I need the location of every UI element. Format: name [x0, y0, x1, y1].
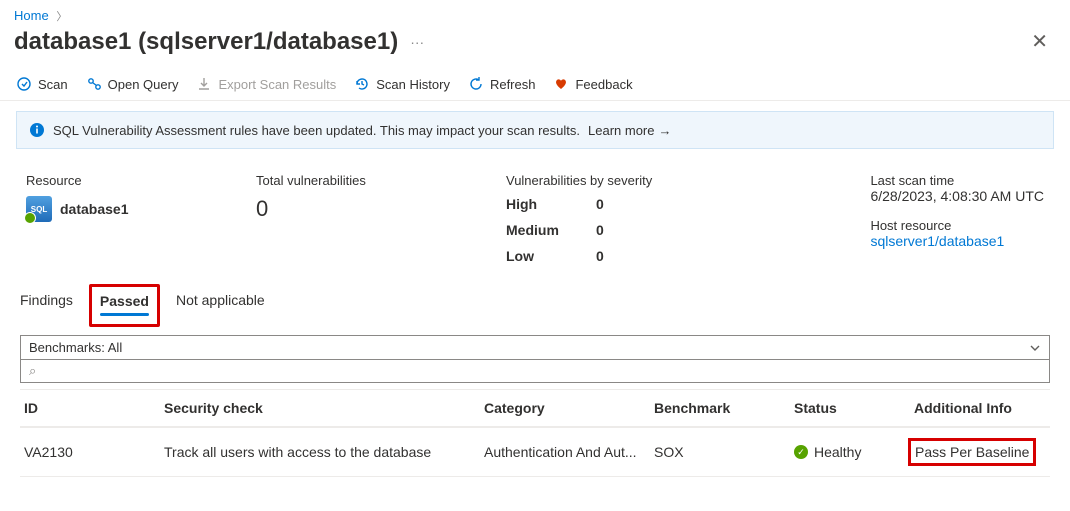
cell-category: Authentication And Aut...: [484, 444, 654, 460]
total-vuln-label: Total vulnerabilities: [256, 173, 456, 188]
tab-findings[interactable]: Findings: [18, 286, 75, 325]
sev-high-value: 0: [596, 196, 656, 212]
query-icon: [86, 76, 102, 92]
arrow-right-icon: →: [659, 123, 672, 138]
breadcrumb-home[interactable]: Home: [14, 8, 49, 23]
resource-name: database1: [60, 201, 128, 217]
table-row[interactable]: VA2130 Track all users with access to th…: [20, 428, 1050, 477]
sev-med-label: Medium: [506, 222, 596, 238]
last-scan-label: Last scan time: [870, 173, 1044, 188]
more-icon[interactable]: ···: [410, 34, 424, 50]
export-label: Export Scan Results: [218, 77, 336, 92]
chevron-down-icon: [1029, 342, 1041, 354]
search-icon: ⌕: [29, 363, 36, 378]
highlight-additional-info: Pass Per Baseline: [908, 438, 1036, 466]
results-table: ID Security check Category Benchmark Sta…: [20, 389, 1050, 477]
history-button[interactable]: Scan History: [354, 76, 450, 92]
heart-icon: [553, 76, 569, 92]
cell-benchmark: SOX: [654, 444, 794, 460]
refresh-button[interactable]: Refresh: [468, 76, 536, 92]
tabs: Findings Passed Not applicable: [0, 282, 1070, 325]
host-link[interactable]: sqlserver1/database1: [870, 233, 1044, 249]
open-query-label: Open Query: [108, 77, 179, 92]
scan-button[interactable]: Scan: [16, 76, 68, 92]
highlight-passed-tab: Passed: [89, 284, 160, 327]
scan-icon: [16, 76, 32, 92]
history-icon: [354, 76, 370, 92]
close-icon[interactable]: ✕: [1023, 28, 1056, 56]
sev-med-value: 0: [596, 222, 656, 238]
info-learn-more-link[interactable]: Learn more→: [588, 123, 671, 138]
page-title: database1 (sqlserver1/database1): [14, 28, 398, 56]
table-header: ID Security check Category Benchmark Sta…: [20, 390, 1050, 428]
sev-high-label: High: [506, 196, 596, 212]
host-label: Host resource: [870, 218, 1044, 233]
col-status[interactable]: Status: [794, 400, 914, 416]
toolbar: Scan Open Query Export Scan Results Scan…: [0, 68, 1070, 101]
stats-panel: Resource SQL database1 Total vulnerabili…: [0, 159, 1070, 282]
col-security-check[interactable]: Security check: [164, 400, 484, 416]
feedback-label: Feedback: [575, 77, 632, 92]
col-benchmark[interactable]: Benchmark: [654, 400, 794, 416]
refresh-icon: [468, 76, 484, 92]
search-input[interactable]: ⌕: [20, 360, 1050, 383]
total-vuln-value: 0: [256, 196, 456, 222]
cell-status: ✓ Healthy: [794, 444, 914, 460]
info-text: SQL Vulnerability Assessment rules have …: [53, 123, 580, 138]
col-category[interactable]: Category: [484, 400, 654, 416]
benchmarks-filter[interactable]: Benchmarks: All: [20, 335, 1050, 360]
tab-passed[interactable]: Passed: [98, 287, 151, 324]
open-query-button[interactable]: Open Query: [86, 76, 179, 92]
history-label: Scan History: [376, 77, 450, 92]
cell-security-check: Track all users with access to the datab…: [164, 444, 484, 460]
cell-id: VA2130: [24, 444, 164, 460]
export-button: Export Scan Results: [196, 76, 336, 92]
sev-low-label: Low: [506, 248, 596, 264]
info-icon: [29, 122, 45, 138]
col-id[interactable]: ID: [24, 400, 164, 416]
healthy-icon: ✓: [794, 445, 808, 459]
info-bar: SQL Vulnerability Assessment rules have …: [16, 111, 1054, 149]
chevron-right-icon: 〉: [56, 11, 67, 23]
resource-label: Resource: [26, 173, 206, 188]
scan-label: Scan: [38, 77, 68, 92]
col-additional-info[interactable]: Additional Info: [914, 400, 1054, 416]
feedback-button[interactable]: Feedback: [553, 76, 632, 92]
download-icon: [196, 76, 212, 92]
benchmarks-filter-text: Benchmarks: All: [29, 340, 122, 355]
sev-low-value: 0: [596, 248, 656, 264]
last-scan-value: 6/28/2023, 4:08:30 AM UTC: [870, 188, 1044, 204]
sev-label: Vulnerabilities by severity: [506, 173, 766, 188]
refresh-label: Refresh: [490, 77, 536, 92]
breadcrumb: Home 〉: [0, 0, 1070, 28]
cell-additional-info: Pass Per Baseline: [914, 438, 1054, 466]
title-row: database1 (sqlserver1/database1) ··· ✕: [0, 28, 1070, 68]
sql-database-icon: SQL: [26, 196, 52, 222]
tab-not-applicable[interactable]: Not applicable: [174, 286, 267, 325]
